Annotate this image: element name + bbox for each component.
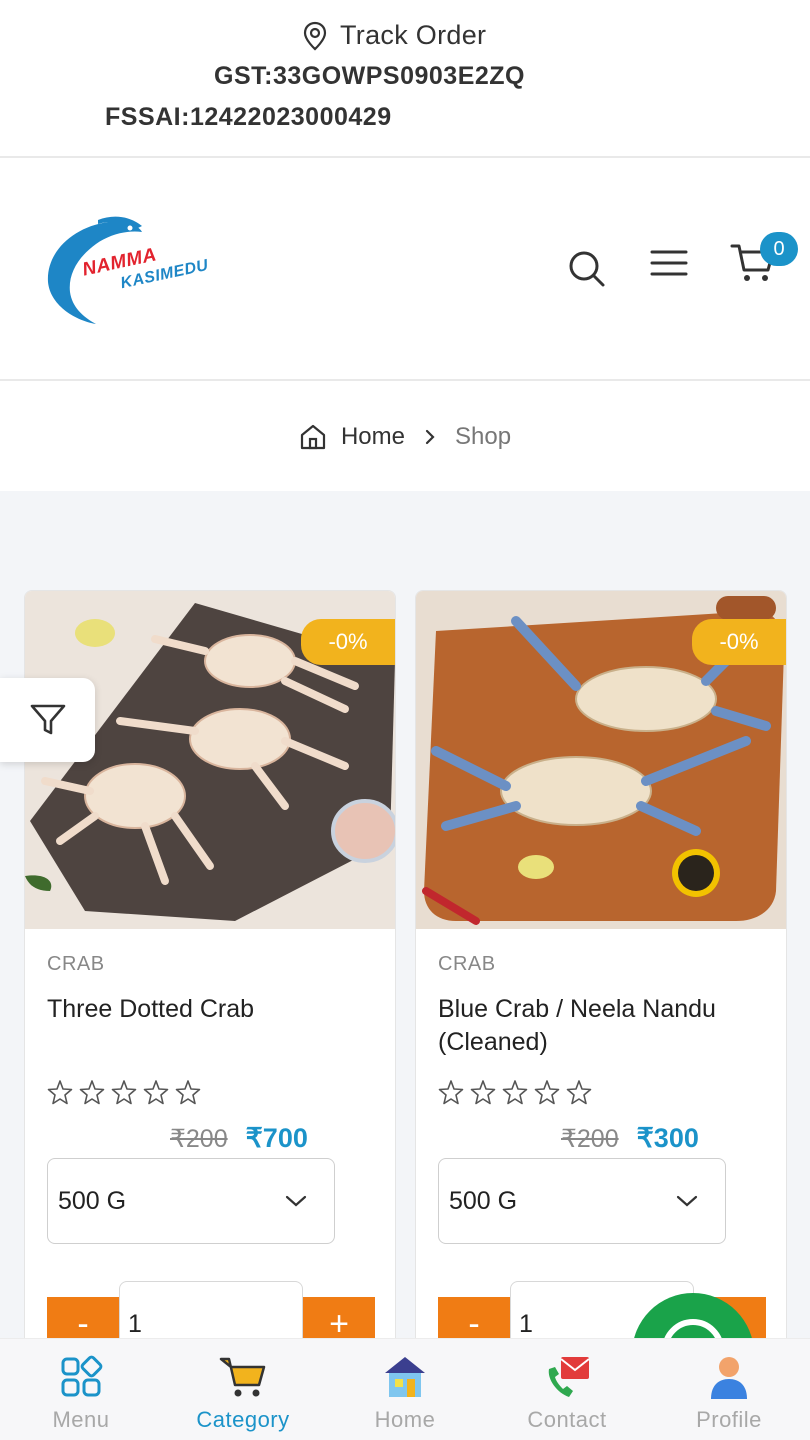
fssai-number: FSSAI:12422023000429 bbox=[105, 103, 392, 131]
weight-select-value: 500 G bbox=[449, 1186, 518, 1215]
breadcrumb-home-link[interactable]: Home bbox=[341, 423, 405, 451]
rating-stars bbox=[47, 1079, 201, 1105]
current-price: ₹700 bbox=[245, 1123, 308, 1153]
nav-label-menu: Menu bbox=[52, 1407, 110, 1432]
discount-badge: -0% bbox=[692, 619, 786, 665]
star-icon bbox=[175, 1080, 201, 1105]
breadcrumb-current: Shop bbox=[454, 423, 512, 450]
rating-stars bbox=[438, 1079, 592, 1105]
search-icon[interactable] bbox=[566, 248, 606, 288]
filter-icon bbox=[30, 704, 65, 735]
star-icon bbox=[143, 1080, 169, 1105]
nav-item-contact[interactable]: Contact bbox=[486, 1339, 648, 1440]
current-price: ₹300 bbox=[636, 1123, 699, 1153]
user-icon bbox=[711, 1357, 747, 1399]
nav-label-category: Category bbox=[196, 1407, 290, 1432]
price-row: ₹200 ₹700 bbox=[170, 1123, 308, 1154]
info-bar: Track Order GST:33GOWPS0903E2ZQ FSSAI:12… bbox=[0, 0, 810, 158]
phone-mail-icon bbox=[548, 1357, 590, 1397]
star-icon bbox=[47, 1080, 73, 1105]
shopping-cart-icon bbox=[219, 1357, 266, 1397]
page: Track Order GST:33GOWPS0903E2ZQ FSSAI:12… bbox=[0, 0, 810, 1440]
cart-count-badge: 0 bbox=[760, 232, 798, 266]
nav-label-home: Home bbox=[374, 1407, 436, 1432]
weight-select[interactable]: 500 G bbox=[438, 1158, 726, 1244]
nav-item-home[interactable]: Home bbox=[324, 1339, 486, 1440]
chevron-down-icon bbox=[285, 1195, 307, 1207]
old-price: ₹200 bbox=[561, 1125, 619, 1153]
star-icon bbox=[79, 1080, 105, 1105]
star-icon bbox=[566, 1080, 592, 1105]
product-category: CRAB bbox=[47, 953, 105, 975]
nav-label-contact: Contact bbox=[527, 1407, 607, 1432]
grid-icon bbox=[61, 1355, 103, 1397]
track-order-label: Track Order bbox=[340, 20, 487, 50]
star-icon bbox=[534, 1080, 560, 1105]
hamburger-menu-icon[interactable] bbox=[650, 248, 688, 278]
location-pin-icon bbox=[303, 21, 327, 50]
product-image[interactable]: -0% bbox=[416, 591, 786, 929]
nav-label-profile: Profile bbox=[696, 1407, 762, 1432]
weight-select-value: 500 G bbox=[58, 1186, 127, 1215]
chevron-down-icon bbox=[676, 1195, 698, 1207]
product-category: CRAB bbox=[438, 953, 496, 975]
product-title[interactable]: Three Dotted Crab bbox=[47, 993, 382, 1026]
nav-item-profile[interactable]: Profile bbox=[648, 1339, 810, 1440]
nav-item-category[interactable]: Category bbox=[162, 1339, 324, 1440]
gst-number: GST:33GOWPS0903E2ZQ bbox=[214, 62, 526, 90]
chevron-right-icon bbox=[425, 429, 435, 445]
track-order-link[interactable]: Track Order bbox=[302, 20, 486, 51]
star-icon bbox=[111, 1080, 137, 1105]
price-row: ₹200 ₹300 bbox=[561, 1123, 699, 1154]
product-card[interactable]: -0% CRAB Blue Crab / Neela Nandu (Cleane… bbox=[415, 590, 787, 1350]
star-icon bbox=[438, 1080, 464, 1105]
star-icon bbox=[470, 1080, 496, 1105]
star-icon bbox=[502, 1080, 528, 1105]
filter-button[interactable] bbox=[0, 678, 95, 762]
house-icon bbox=[385, 1357, 425, 1397]
product-title[interactable]: Blue Crab / Neela Nandu (Cleaned) bbox=[438, 993, 773, 1059]
site-header: NAMMA KASIMEDU 0 bbox=[0, 160, 810, 381]
home-icon[interactable] bbox=[299, 423, 327, 451]
breadcrumb: Home Shop bbox=[0, 383, 810, 491]
discount-badge: -0% bbox=[301, 619, 395, 665]
bottom-navigation: Menu Category Home Contact Profile bbox=[0, 1338, 810, 1440]
nav-item-menu[interactable]: Menu bbox=[0, 1339, 162, 1440]
weight-select[interactable]: 500 G bbox=[47, 1158, 335, 1244]
old-price: ₹200 bbox=[170, 1125, 228, 1153]
brand-logo[interactable]: NAMMA KASIMEDU bbox=[38, 212, 223, 330]
